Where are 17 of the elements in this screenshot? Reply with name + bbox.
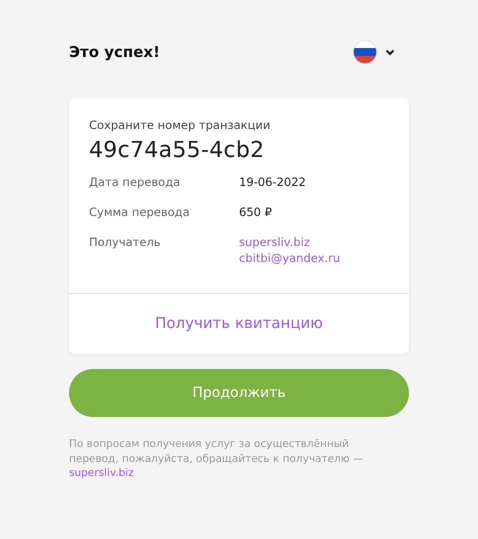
- transaction-id: 49c74a55-4cb2: [89, 138, 266, 163]
- field-link[interactable]: supersliv.biz: [239, 235, 340, 249]
- field-value: 650 ₽: [239, 205, 272, 219]
- field-label: Получатель: [89, 235, 162, 251]
- field-label: Дата перевода: [89, 175, 182, 189]
- continue-button[interactable]: Продолжить: [69, 369, 409, 417]
- language-selector[interactable]: [353, 40, 395, 64]
- receipt-link[interactable]: Получить квитанцию: [155, 314, 323, 332]
- footnote: По вопросам получения услуг за осуществлённый перевод, пожалуйста, обращайтесь к получателю — supersliv.biz: [69, 437, 364, 480]
- field-value: 19-06-2022: [239, 175, 306, 189]
- field-link[interactable]: cbitbi@yandex.ru: [239, 251, 340, 265]
- caption: Сохраните номер транзакции: [89, 118, 272, 132]
- recipient-link[interactable]: supersliv.biz: [69, 467, 134, 479]
- flag-icon: [353, 40, 377, 64]
- page-title: Это успех!: [69, 43, 160, 61]
- field-label: Сумма перевода: [89, 205, 191, 219]
- chevron-down-icon: [385, 48, 395, 56]
